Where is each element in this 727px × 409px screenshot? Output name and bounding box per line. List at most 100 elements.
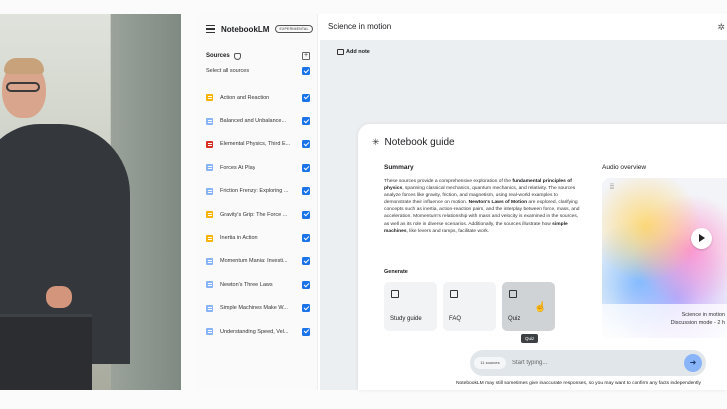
quiz-tooltip: Quiz — [521, 334, 539, 343]
note-icon — [337, 49, 344, 55]
faq-label: FAQ — [449, 316, 462, 322]
chat-input[interactable] — [512, 356, 672, 370]
play-button[interactable] — [691, 228, 712, 249]
source-item[interactable]: Understanding Speed, Vel... — [206, 320, 310, 343]
source-item[interactable]: Action and Reaction — [206, 86, 310, 109]
faq-icon — [450, 290, 458, 298]
source-item[interactable]: Momentum Mania: Investi... — [206, 250, 310, 273]
source-label: Newton's Three Laws — [220, 281, 273, 288]
guide-header: ✳ Notebook guide — [372, 137, 455, 148]
quiz-button[interactable]: Quiz — [502, 282, 555, 331]
study-guide-icon — [391, 290, 399, 298]
source-label: Simple Machines Make W... — [220, 305, 288, 312]
source-checkbox[interactable] — [302, 327, 310, 336]
study-guide-button[interactable]: Study guide — [384, 282, 437, 331]
summary-run: These sources provide a comprehensive ex… — [384, 179, 513, 184]
shield-icon — [233, 52, 241, 60]
menu-icon[interactable] — [206, 25, 215, 33]
generate-heading: Generate — [384, 269, 408, 275]
source-checkbox[interactable] — [302, 280, 310, 289]
source-label: Forces At Play — [220, 164, 256, 171]
source-checkbox[interactable] — [302, 234, 310, 243]
document-icon — [206, 328, 213, 336]
select-all-label: Select all sources — [206, 68, 250, 74]
add-note-button[interactable]: Add note — [337, 49, 370, 55]
source-checkbox[interactable] — [302, 187, 310, 196]
disclaimer: NotebookLM may still sometimes give inac… — [456, 381, 701, 386]
notebooklm-app: NotebookLM EXPERIMENTAL Sources + Select… — [196, 14, 727, 390]
document-icon — [206, 164, 213, 172]
source-item[interactable]: Simple Machines Make W... — [206, 297, 310, 320]
source-item[interactable]: Elemental Physics, Third E... — [206, 133, 310, 156]
quiz-label: Quiz — [508, 316, 521, 322]
audio-overview-heading: Audio overview — [602, 164, 647, 171]
document-icon — [206, 304, 213, 312]
source-checkbox[interactable] — [302, 257, 310, 266]
source-label: Friction Frenzy: Exploring ... — [220, 188, 289, 195]
notebook-title[interactable]: Science in motion — [328, 22, 391, 31]
summary-text: These sources provide a comprehensive ex… — [384, 178, 582, 235]
pointer-cursor-icon: ☝ — [534, 302, 547, 313]
select-all-row[interactable]: Select all sources — [206, 67, 310, 75]
experimental-badge: EXPERIMENTAL — [275, 25, 313, 33]
study-guide-label: Study guide — [390, 316, 422, 322]
source-checkbox[interactable] — [302, 93, 310, 102]
generate-cards: Study guide FAQ Quiz — [384, 282, 555, 331]
source-checkbox[interactable] — [302, 163, 310, 172]
audio-info: Science in motion Discussion mode - 2 h — [602, 304, 727, 338]
quiz-icon — [509, 290, 517, 298]
source-label: Gravity's Grip: The Force ... — [220, 211, 288, 218]
sparkle-icon: ✳ — [372, 137, 380, 147]
audio-mode: Discussion mode - 2 h — [670, 320, 725, 326]
document-icon — [206, 94, 213, 102]
source-label: Balanced and Unbalance... — [220, 118, 287, 125]
chat-bar: 11 sources ➜ — [470, 350, 706, 376]
document-icon — [206, 234, 213, 242]
faq-button[interactable]: FAQ — [443, 282, 496, 331]
presenter-glasses — [6, 82, 40, 92]
source-list: Action and Reaction Balanced and Unbalanc… — [206, 86, 310, 343]
source-label: Inertia in Action — [220, 235, 258, 242]
brand-row: NotebookLM EXPERIMENTAL — [206, 23, 313, 35]
select-all-checkbox[interactable] — [302, 67, 310, 75]
source-item[interactable]: Inertia in Action — [206, 226, 310, 249]
screen: NotebookLM EXPERIMENTAL Sources + Select… — [0, 0, 727, 409]
source-item[interactable]: Gravity's Grip: The Force ... — [206, 203, 310, 226]
sources-header: Sources + — [206, 52, 310, 60]
source-item[interactable]: Balanced and Unbalance... — [206, 109, 310, 132]
source-label: Momentum Mania: Investi... — [220, 258, 288, 265]
source-label: Elemental Physics, Third E... — [220, 141, 291, 148]
source-checkbox[interactable] — [302, 210, 310, 219]
source-checkbox[interactable] — [302, 117, 310, 126]
source-item[interactable]: Newton's Three Laws — [206, 273, 310, 296]
add-source-button[interactable]: + — [302, 52, 310, 60]
source-checkbox[interactable] — [302, 140, 310, 149]
guide-title: Notebook guide — [384, 137, 455, 148]
document-icon — [206, 140, 213, 148]
document-icon — [206, 281, 213, 289]
source-item[interactable]: Forces At Play — [206, 156, 310, 179]
presenter-video — [0, 14, 181, 390]
summary-run: , like levers and ramps, facilitate work… — [406, 228, 490, 234]
arrow-right-icon[interactable]: ➜ — [684, 354, 702, 372]
presenter-hair — [4, 58, 44, 74]
document-icon — [206, 257, 213, 265]
brand-name: NotebookLM — [221, 24, 270, 34]
source-label: Action and Reaction — [220, 94, 270, 101]
source-item[interactable]: Friction Frenzy: Exploring ... — [206, 180, 310, 203]
waveform-icon: ⁞⁞ — [610, 184, 614, 191]
laptop — [0, 314, 92, 390]
summary-heading: Summary — [384, 164, 414, 171]
document-icon — [206, 187, 213, 195]
audio-overview-card[interactable]: ⁞⁞ Science in motion Discussion mode - 2… — [602, 178, 727, 338]
document-icon — [206, 117, 213, 125]
summary-bold-run: Newton's Laws of Motion — [468, 200, 528, 206]
add-note-label: Add note — [346, 49, 370, 55]
top-bar: Science in motion ✲ — [320, 14, 727, 40]
sources-panel: NotebookLM EXPERIMENTAL Sources + Select… — [196, 14, 318, 390]
sources-title: Sources — [206, 53, 230, 59]
settings-icon[interactable]: ✲ — [717, 22, 725, 33]
main-panel: Science in motion ✲ Add note ✳ Notebook … — [320, 14, 727, 390]
source-checkbox[interactable] — [302, 304, 310, 313]
sources-count-chip[interactable]: 11 sources — [474, 357, 506, 369]
